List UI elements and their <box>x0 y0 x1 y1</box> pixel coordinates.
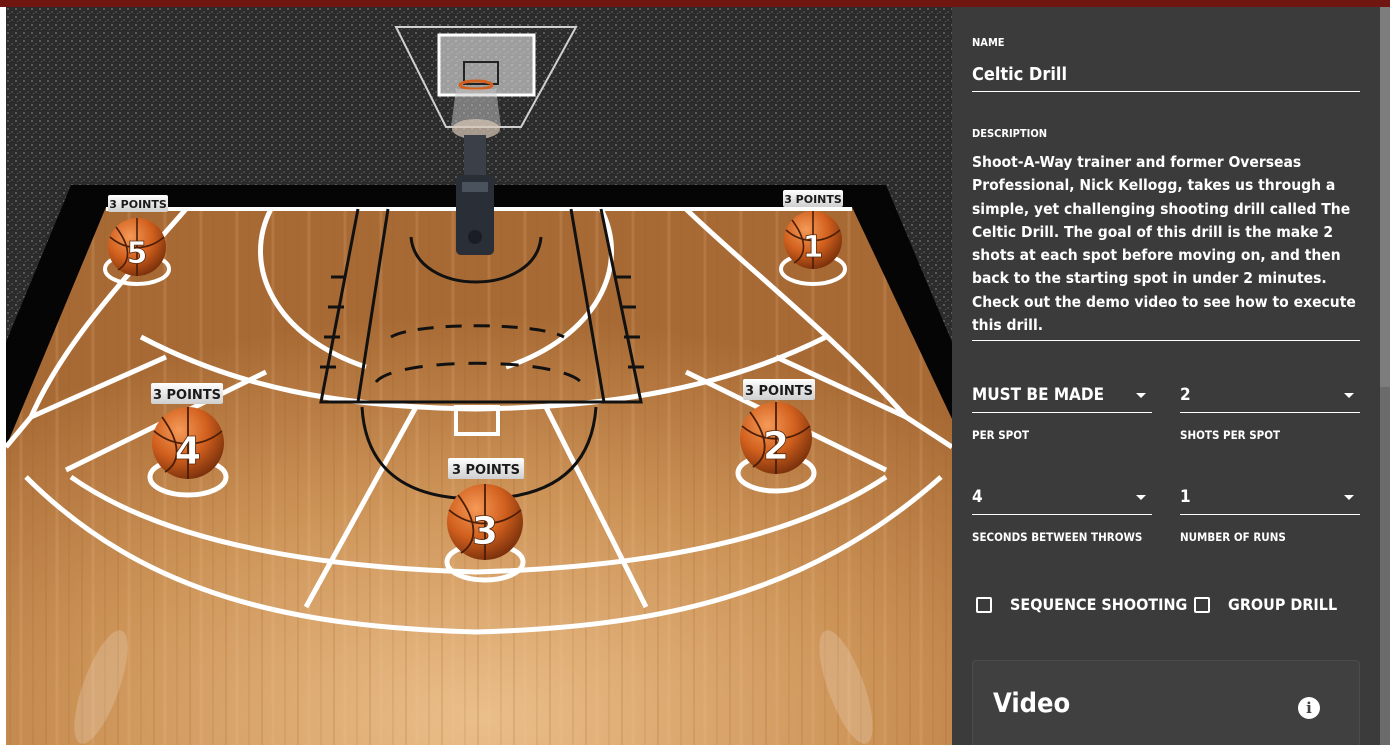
group-drill-checkbox[interactable] <box>1194 596 1210 613</box>
spot-points-label: 3 POINTS <box>745 384 813 399</box>
spot-points-label: 3 POINTS <box>109 198 167 211</box>
per-spot-value: MUST BE MADE <box>972 385 1105 405</box>
chevron-down-icon <box>1136 494 1146 500</box>
number-of-runs-value: 1 <box>1180 487 1191 507</box>
group-drill-label: GROUP DRILL <box>1228 595 1338 614</box>
group-drill-checkbox-row[interactable]: GROUP DRILL <box>1194 595 1337 614</box>
spot-number: 5 <box>127 236 148 271</box>
spot-number: 3 <box>472 509 498 553</box>
name-label: NAME <box>972 36 1005 49</box>
spot-number: 1 <box>803 230 824 265</box>
sequence-shooting-label: SEQUENCE SHOOTING <box>1010 595 1188 614</box>
drill-editor-panel: NAME DESCRIPTION Shoot-A-Way trainer and… <box>952 7 1390 745</box>
court-view: 5 3 POINTS 1 3 POINTS 4 3 POINTS 2 3 POI… <box>6 7 952 745</box>
spot-points-label: 3 POINTS <box>452 463 520 478</box>
number-of-runs-select[interactable]: 1 <box>1180 480 1360 515</box>
per-spot-caption: PER SPOT <box>972 428 1030 442</box>
description-underline <box>972 340 1360 341</box>
name-input[interactable] <box>972 57 1360 92</box>
chevron-down-icon <box>1344 494 1354 500</box>
panel-scrollbar[interactable] <box>1380 7 1390 745</box>
video-card: Video i <box>972 660 1360 745</box>
seconds-between-throws-select[interactable]: 4 <box>972 480 1152 515</box>
sequence-shooting-checkbox-row[interactable]: SEQUENCE SHOOTING <box>976 595 1187 614</box>
video-title: Video <box>993 688 1071 719</box>
shots-per-spot-select[interactable]: 2 <box>1180 378 1360 413</box>
court-illustration: 5 3 POINTS 1 3 POINTS 4 3 POINTS 2 3 POI… <box>6 7 952 745</box>
shots-per-spot-caption: SHOTS PER SPOT <box>1180 428 1281 442</box>
seconds-between-throws-caption: SECONDS BETWEEN THROWS <box>972 530 1143 544</box>
seconds-between-throws-value: 4 <box>972 487 983 507</box>
spot-number: 2 <box>763 424 789 468</box>
top-accent-strip <box>0 0 1390 7</box>
chevron-down-icon <box>1344 392 1354 398</box>
per-spot-select[interactable]: MUST BE MADE <box>972 378 1152 413</box>
chevron-down-icon <box>1136 392 1146 398</box>
spot-points-label: 3 POINTS <box>784 193 842 206</box>
shots-per-spot-value: 2 <box>1180 385 1191 405</box>
description-label: DESCRIPTION <box>972 127 1048 140</box>
app-root: 5 3 POINTS 1 3 POINTS 4 3 POINTS 2 3 POI… <box>0 0 1390 745</box>
sequence-shooting-checkbox[interactable] <box>976 596 992 613</box>
description-textarea[interactable]: Shoot-A-Way trainer and former Overseas … <box>972 151 1360 337</box>
spot-points-label: 3 POINTS <box>153 388 221 403</box>
number-of-runs-caption: NUMBER OF RUNS <box>1180 530 1286 544</box>
scrollbar-thumb[interactable] <box>1380 7 1390 387</box>
info-icon[interactable]: i <box>1298 697 1320 719</box>
spot-number: 4 <box>175 429 201 473</box>
